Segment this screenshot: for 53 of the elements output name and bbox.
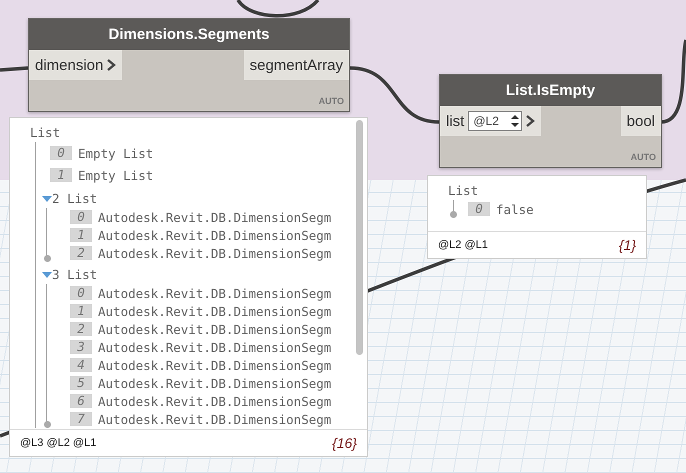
list-item-value: Autodesk.Revit.DB.DimensionSegm — [98, 246, 332, 260]
expand-triangle-icon[interactable] — [42, 271, 52, 279]
list-item-value: Autodesk.Revit.DB.DimensionSegm — [98, 304, 332, 318]
index-label: 6 — [70, 394, 92, 408]
sublist-label: 3 List — [52, 266, 98, 284]
level-field[interactable]: @L2 — [468, 111, 522, 131]
list-label: List — [448, 182, 480, 200]
node-title: Dimensions.Segments — [29, 19, 349, 50]
spinner-icon[interactable] — [509, 113, 522, 129]
list-item-value: Autodesk.Revit.DB.DimensionSegm — [98, 210, 332, 224]
index-label: 4 — [70, 358, 92, 372]
list-item-value: Autodesk.Revit.DB.DimensionSegm — [98, 358, 332, 372]
scrollbar[interactable] — [356, 120, 363, 355]
index-label: 1 — [50, 168, 72, 182]
list-item-value: Autodesk.Revit.DB.DimensionSegm — [98, 376, 332, 390]
index-label: 2 — [70, 322, 92, 336]
index-label: 1 — [70, 304, 92, 318]
chevron-icon — [526, 115, 536, 127]
item-count: {1} — [618, 237, 636, 253]
index-label: 5 — [70, 376, 92, 390]
index-label: 0 — [70, 210, 92, 224]
output-port[interactable]: segmentArray — [244, 50, 349, 80]
expand-triangle-icon[interactable] — [42, 195, 52, 203]
sublist-label: 2 List — [52, 190, 98, 208]
lacing-label: AUTO — [318, 96, 344, 106]
chevron-icon — [107, 59, 116, 71]
list-item-value: Autodesk.Revit.DB.DimensionSegm — [98, 412, 332, 426]
input-port[interactable]: list @L2 — [440, 106, 542, 136]
input-port[interactable]: dimension — [29, 50, 122, 80]
lacing-label: AUTO — [630, 152, 656, 162]
node-title: List.IsEmpty — [440, 75, 661, 106]
index-label: 2 — [70, 246, 92, 260]
list-item-value: Autodesk.Revit.DB.DimensionSegm — [98, 394, 332, 408]
list-item-value: Autodesk.Revit.DB.DimensionSegm — [98, 228, 332, 242]
list-item-value: Autodesk.Revit.DB.DimensionSegm — [98, 322, 332, 336]
node-card[interactable]: Dimensions.Segments dimension segmentArray AUTO — [28, 18, 350, 112]
index-label: 0 — [50, 146, 72, 160]
index-label: 0 — [468, 202, 490, 216]
list-label: List — [30, 124, 62, 142]
index-label: 3 — [70, 340, 92, 354]
list-item-value: Autodesk.Revit.DB.DimensionSegm — [98, 286, 332, 300]
level-tags: @L2 @L1 — [438, 239, 488, 251]
index-label: 0 — [70, 286, 92, 300]
node-card[interactable]: List.IsEmpty list @L2 bool AUTO — [439, 74, 662, 168]
list-item-value: false — [496, 202, 534, 216]
list-item-value: Autodesk.Revit.DB.DimensionSegm — [98, 340, 332, 354]
level-tags: @L3 @L2 @L1 — [20, 437, 96, 449]
list-item-value: Empty List — [78, 168, 154, 182]
index-label: 1 — [70, 228, 92, 242]
index-label: 7 — [70, 412, 92, 426]
item-count: {16} — [332, 435, 357, 451]
list-item-value: Empty List — [78, 146, 154, 160]
output-port[interactable]: bool — [620, 106, 661, 136]
